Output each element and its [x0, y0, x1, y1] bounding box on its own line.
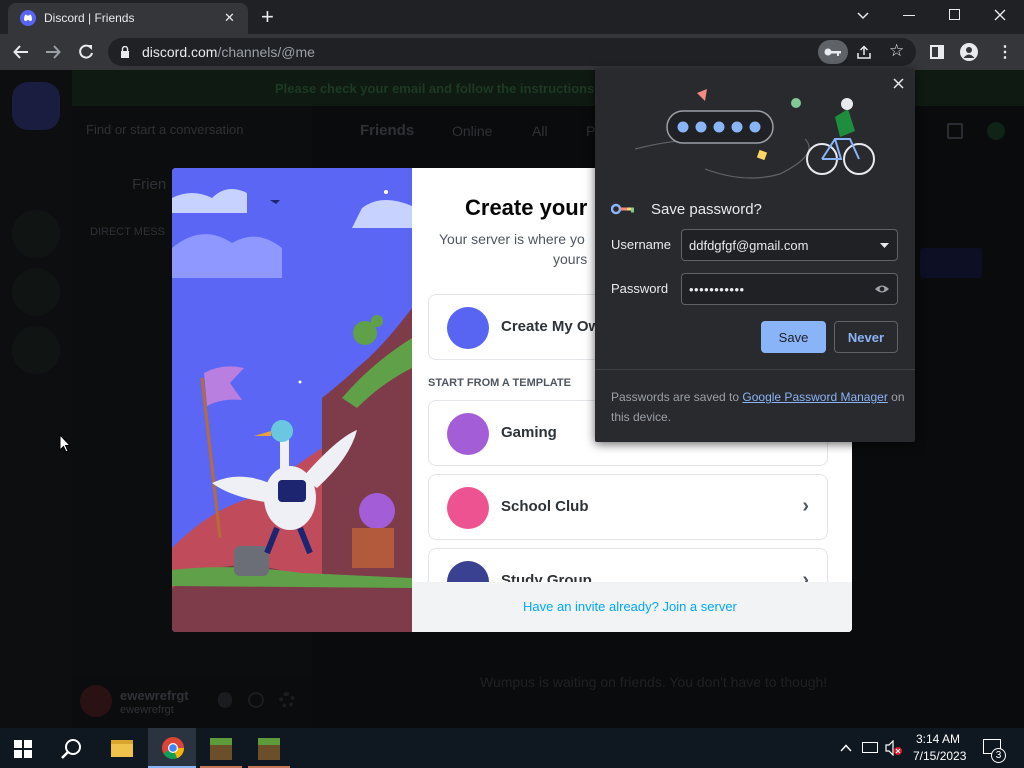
notification-count: 3	[995, 750, 1002, 761]
add-friend-button[interactable]	[920, 248, 982, 278]
volume-muted-icon[interactable]	[885, 740, 903, 756]
tab-bar: Discord | Friends ✕ +	[0, 0, 1024, 34]
dialog-divider	[595, 369, 915, 370]
close-icon[interactable]	[890, 75, 906, 91]
headset-icon[interactable]	[248, 692, 264, 708]
password-field[interactable]: •••••••••••	[681, 273, 898, 305]
username-select[interactable]: ddfdgfgf@gmail.com	[681, 229, 898, 261]
friends-header: Friends	[360, 122, 415, 139]
usertag: ewewrefrgt	[120, 704, 174, 716]
chevron-right-icon: ›	[802, 495, 809, 517]
create-own-icon	[447, 307, 489, 349]
url-domain: discord.com	[142, 44, 218, 60]
password-key-icon[interactable]	[818, 40, 848, 64]
close-tab-icon[interactable]: ✕	[224, 10, 235, 26]
notification-count-badge: 3	[991, 748, 1006, 763]
tab-discord-friends[interactable]: Discord | Friends ✕	[8, 3, 248, 34]
add-server-button[interactable]	[12, 210, 60, 258]
create-my-own-label: Create My Ow	[501, 318, 601, 335]
new-tab-button[interactable]: +	[261, 4, 274, 30]
password-illustration	[634, 79, 885, 189]
modal-footer: Have an invite already? Join a server	[412, 582, 852, 632]
windows-taskbar: 3:14 AM 7/15/2023 3	[0, 728, 1024, 768]
empty-state-text: Wumpus is waiting on friends. You don't …	[480, 674, 828, 690]
save-button[interactable]: Save	[761, 321, 826, 353]
username-label: Username	[611, 237, 671, 252]
tab-title: Discord | Friends	[44, 11, 135, 25]
minecraft-taskbar-icon-1[interactable]	[210, 738, 232, 760]
forward-icon[interactable]	[44, 43, 62, 61]
reload-icon[interactable]	[77, 43, 95, 61]
network-icon[interactable]	[862, 742, 878, 753]
template-header: START FROM A TEMPLATE	[428, 377, 571, 389]
username-value: ddfdgfgf@gmail.com	[689, 238, 809, 253]
dialog-title: Save password?	[651, 201, 762, 218]
tab-online[interactable]: Online	[452, 123, 492, 139]
discord-home-button[interactable]	[12, 82, 60, 130]
mute-icon[interactable]	[218, 692, 232, 708]
share-icon[interactable]	[856, 43, 874, 61]
inbox-icon[interactable]	[947, 123, 963, 139]
gaming-icon	[447, 413, 489, 455]
close-window-icon[interactable]	[992, 7, 1008, 23]
minimize-icon[interactable]	[903, 15, 915, 16]
school-club-label: School Club	[501, 498, 589, 515]
join-server-link[interactable]: Have an invite already? Join a server	[523, 599, 737, 614]
password-value: •••••••••••	[689, 282, 745, 297]
tab-search-chevron-icon[interactable]	[855, 8, 871, 24]
footer-text-line2: this device.	[611, 410, 672, 424]
show-password-eye-icon[interactable]	[874, 283, 890, 295]
google-key-icon	[611, 203, 635, 215]
modal-title: Create your	[465, 195, 588, 220]
show-hidden-icons-chevron-icon[interactable]	[840, 742, 852, 754]
restore-icon[interactable]	[949, 9, 960, 20]
explore-servers-button[interactable]	[12, 268, 60, 316]
address-bar[interactable]: discord.com/channels/@me ☆	[108, 38, 916, 66]
direct-messages-header: DIRECT MESS	[90, 226, 165, 238]
footer-text-post: on	[887, 390, 905, 404]
verify-email-banner-text: Please check your email and follow the i…	[275, 81, 611, 96]
download-apps-button[interactable]	[12, 326, 60, 374]
tab-pending[interactable]: P	[586, 123, 595, 139]
modal-subtitle-line2: yours	[553, 251, 588, 267]
url-path: /channels/@me	[217, 44, 315, 60]
dialog-footer: Passwords are saved to Google Password M…	[611, 387, 906, 427]
dropdown-arrow-icon[interactable]	[879, 241, 889, 249]
windows-start-icon[interactable]	[14, 740, 32, 758]
server-rail	[0, 70, 72, 728]
chrome-icon[interactable]	[161, 736, 185, 760]
sidebar-friends-item[interactable]: Frien	[132, 176, 166, 193]
bookmark-star-icon[interactable]: ☆	[889, 41, 904, 61]
password-manager-link[interactable]: Google Password Manager	[742, 390, 887, 404]
wumpus-illustration	[172, 168, 412, 632]
modal-subtitle-line1: Your server is where yo	[439, 231, 585, 247]
password-label: Password	[611, 281, 669, 296]
gaming-label: Gaming	[501, 424, 557, 441]
help-icon[interactable]	[987, 122, 1005, 140]
discord-favicon-icon	[20, 10, 36, 26]
clock-date[interactable]: 7/15/2023	[913, 749, 966, 763]
clock-time[interactable]: 3:14 AM	[916, 732, 960, 746]
username: ewewrefrgt	[120, 688, 189, 703]
search-conversation-input[interactable]: Find or start a conversation	[86, 122, 244, 137]
tab-all[interactable]: All	[532, 123, 548, 139]
chrome-menu-icon[interactable]: ⋮	[997, 42, 1013, 62]
footer-text-pre: Passwords are saved to	[611, 390, 743, 404]
never-button[interactable]: Never	[834, 321, 898, 353]
file-explorer-icon[interactable]	[111, 740, 133, 757]
avatar[interactable]	[80, 685, 112, 717]
user-settings-gear-icon[interactable]	[279, 692, 295, 708]
save-password-dialog: Save password? Username ddfdgfgf@gmail.c…	[595, 69, 915, 442]
minecraft-taskbar-icon-2[interactable]	[258, 738, 280, 760]
template-school-club[interactable]: School Club ›	[428, 474, 828, 540]
profile-avatar-icon[interactable]	[960, 43, 978, 61]
back-icon[interactable]	[12, 43, 30, 61]
search-icon[interactable]	[60, 737, 84, 761]
mouse-cursor-icon	[58, 433, 72, 453]
side-panel-icon[interactable]	[930, 45, 944, 59]
school-club-icon	[447, 487, 489, 529]
lock-icon[interactable]	[118, 45, 132, 59]
